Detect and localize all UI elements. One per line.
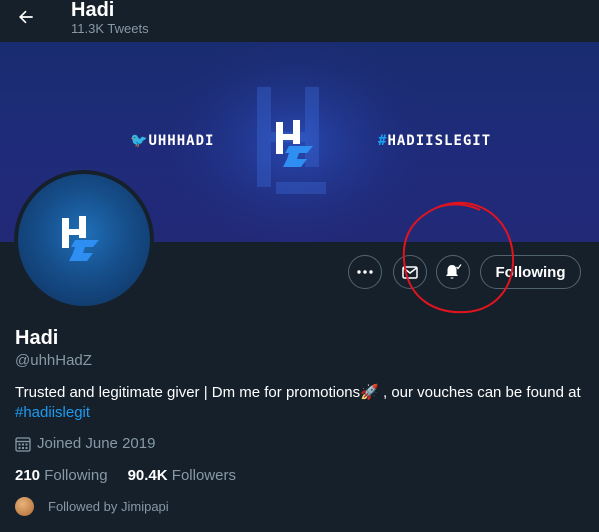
joined-date: Joined June 2019 (15, 435, 155, 452)
followers-count: 90.4K (127, 467, 168, 484)
following-count: 210 (15, 467, 41, 484)
bio-hashtag-link[interactable]: #hadiislegit (15, 404, 90, 421)
following-stat-label: Following (44, 467, 108, 484)
calendar-icon (15, 436, 31, 452)
more-button[interactable] (348, 255, 382, 289)
followed-by-text: Followed by Jimipapi (48, 499, 169, 514)
tweet-count: 11.3K Tweets (71, 21, 149, 36)
back-button[interactable] (12, 5, 40, 29)
banner-right-text: HADIISLEGIT (387, 133, 492, 149)
following-button-label: Following (495, 263, 566, 281)
avatar-image (18, 174, 150, 306)
bio-text: Trusted and legitimate giver | Dm me for… (15, 384, 581, 401)
arrow-left-icon (19, 10, 33, 24)
bell-check-icon (446, 264, 462, 279)
twitter-bird-icon: 🐦 (130, 133, 149, 149)
followers-stat-label: Followers (171, 467, 236, 484)
profile-handle: @uhhHadZ (15, 352, 92, 369)
followers-stat-link[interactable]: 90.4K Followers (128, 467, 236, 484)
followed-by[interactable]: Followed by Jimipapi (15, 497, 169, 516)
profile-header: Hadi 11.3K Tweets (0, 0, 599, 42)
profile-bio: Trusted and legitimate giver | Dm me for… (15, 383, 590, 423)
profile-name: Hadi (15, 327, 59, 349)
message-button[interactable] (393, 255, 427, 289)
banner-hashtag-tag: #HADIISLEGIT (378, 133, 491, 149)
more-icon (357, 270, 373, 274)
joined-text: Joined June 2019 (37, 435, 156, 452)
follow-stats: 210 Following 90.4K Followers (15, 467, 236, 484)
mail-icon (402, 265, 418, 279)
follower-avatar (15, 497, 34, 516)
header-title: Hadi (71, 0, 115, 21)
banner-handle-tag: 🐦UHHHADI (130, 133, 214, 149)
avatar[interactable] (14, 170, 154, 310)
notifications-button[interactable] (436, 255, 470, 289)
following-stat-link[interactable]: 210 Following (15, 467, 108, 484)
logo-icon (62, 216, 99, 261)
banner-left-text: UHHHADI (148, 133, 215, 149)
banner-logo-icon (276, 120, 313, 167)
following-button[interactable]: Following (480, 255, 581, 289)
